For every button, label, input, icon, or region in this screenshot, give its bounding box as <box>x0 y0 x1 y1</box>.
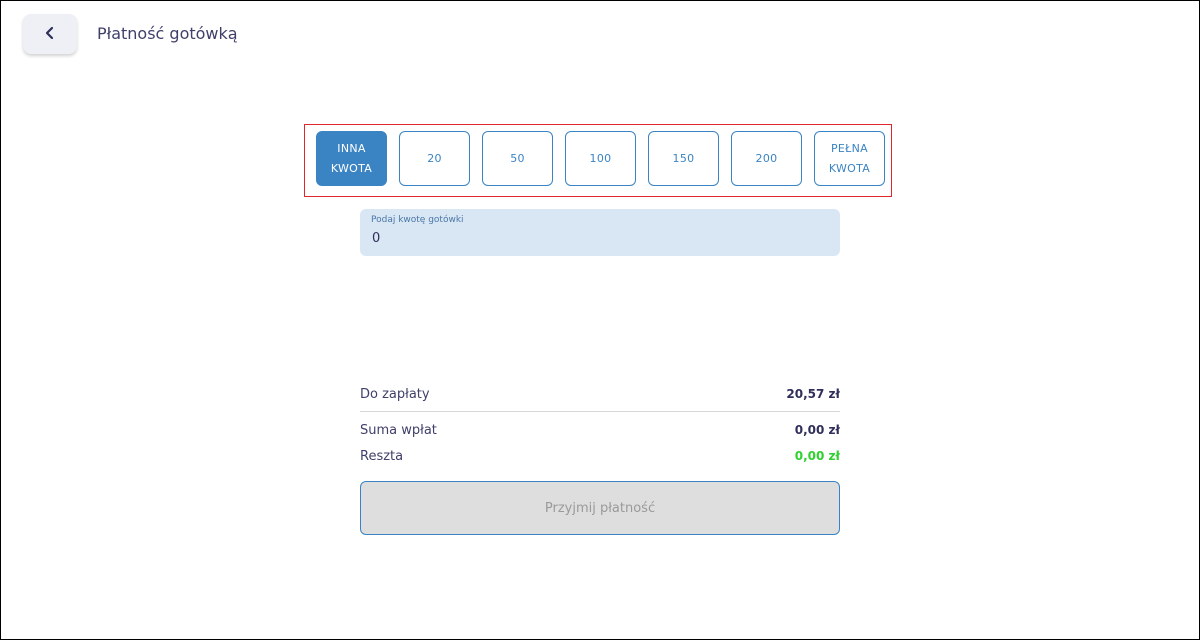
page-title: Płatność gotówką <box>97 24 238 43</box>
change-label: Reszta <box>360 448 404 464</box>
change-value: 0,00 zł <box>794 449 840 463</box>
cash-amount-field[interactable]: Podaj kwotę gotówki <box>360 209 840 256</box>
change-row: Reszta 0,00 zł <box>360 446 840 466</box>
to-pay-value: 20,57 zł <box>786 387 840 401</box>
amount-option-50[interactable]: 50 <box>482 131 553 186</box>
paid-sum-label: Suma wpłat <box>360 422 437 438</box>
cash-amount-label: Podaj kwotę gotówki <box>371 215 464 225</box>
amount-option-200[interactable]: 200 <box>731 131 802 186</box>
chevron-left-icon <box>44 25 56 44</box>
amount-option-full[interactable]: PEŁNA KWOTA <box>814 131 885 186</box>
back-button[interactable] <box>23 14 77 54</box>
cash-amount-input[interactable] <box>372 231 822 246</box>
paid-sum-row: Suma wpłat 0,00 zł <box>360 420 840 440</box>
amount-option-20[interactable]: 20 <box>399 131 470 186</box>
amount-option-other[interactable]: INNA KWOTA <box>316 131 387 186</box>
to-pay-label: Do zapłaty <box>360 386 430 402</box>
accept-payment-button[interactable]: Przyjmij płatność <box>360 481 840 535</box>
page-frame <box>0 0 1200 640</box>
summary-divider <box>360 411 840 412</box>
amount-option-150[interactable]: 150 <box>648 131 719 186</box>
to-pay-row: Do zapłaty 20,57 zł <box>360 384 840 404</box>
paid-sum-value: 0,00 zł <box>794 423 840 437</box>
amount-option-100[interactable]: 100 <box>565 131 636 186</box>
